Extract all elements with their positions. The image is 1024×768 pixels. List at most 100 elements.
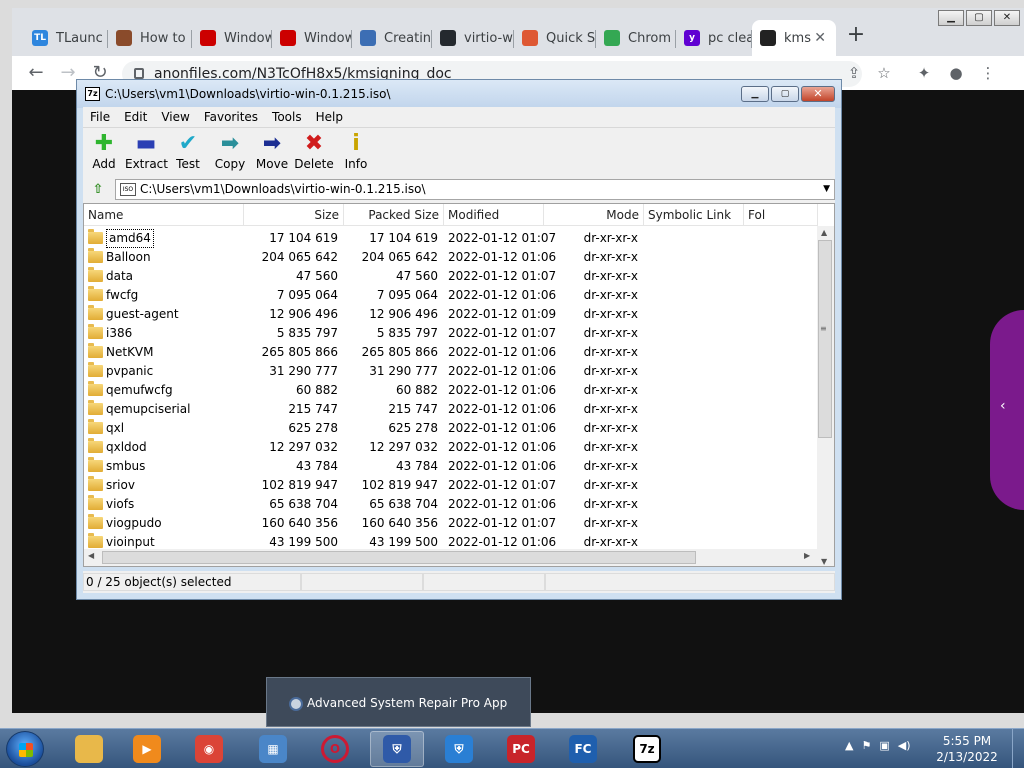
menu-item-tools[interactable]: Tools (265, 107, 309, 127)
taskbar-security-app[interactable]: ⛨ (370, 731, 424, 767)
vertical-scrollbar[interactable]: ▲ ≡ ▼ (817, 226, 834, 566)
scroll-down-icon[interactable]: ▼ (821, 557, 827, 566)
file-size: 102 819 947 (261, 478, 338, 492)
table-row[interactable]: guest-agent 12 906 496 12 906 496 2022-01-1… (84, 305, 818, 324)
share-icon[interactable]: ⇪ (842, 61, 866, 85)
browser-tab[interactable]: Chrom (596, 20, 676, 56)
menu-item-file[interactable]: File (83, 107, 117, 127)
test-button[interactable]: ✔ Test (167, 131, 209, 171)
file-name: qxl (106, 421, 125, 435)
file-mode: dr-xr-xr-x (583, 269, 638, 283)
table-row[interactable]: pvpanic 31 290 777 31 290 777 2022-01-12 01… (84, 362, 818, 381)
browser-tab[interactable]: kms ✕ (752, 20, 836, 56)
new-tab-button[interactable]: + (842, 22, 870, 50)
table-row[interactable]: Balloon 204 065 642 204 065 642 2022-01-12 … (84, 248, 818, 267)
table-row[interactable]: qxldod 12 297 032 12 297 032 2022-01-12 01:… (84, 438, 818, 457)
tray-expand-icon[interactable]: ▲ (845, 739, 853, 752)
network-icon[interactable]: ▣ (879, 739, 889, 752)
menu-item-view[interactable]: View (154, 107, 196, 127)
chevron-down-icon[interactable]: ▼ (823, 180, 830, 199)
move-button[interactable]: ➡ Move (251, 131, 293, 171)
browser-tab[interactable]: Creatin (352, 20, 432, 56)
show-desktop-button[interactable] (1012, 729, 1024, 768)
scroll-up-icon[interactable]: ▲ (821, 228, 827, 237)
bookmark-star-icon[interactable]: ☆ (872, 61, 896, 85)
delete-button[interactable]: ✖ Delete (293, 131, 335, 171)
taskbar-pc-cleaner[interactable]: PC (494, 731, 548, 767)
table-row[interactable]: viogpudo 160 640 356 160 640 356 2022-01-12… (84, 514, 818, 533)
column-header-packed-size[interactable]: Packed Size (344, 204, 444, 226)
minimize-button[interactable]: ▁ (938, 10, 964, 26)
horizontal-scrollbar[interactable]: ◀ ▶ (84, 549, 818, 566)
start-button[interactable] (6, 731, 44, 767)
taskbar: ▶ ◉ ▦ O ⛨ ⛨ PC FC 7z ▲ ⚑ ▣ ◀) 5:55 PM 2/13/2022 (0, 728, 1024, 768)
file-name: pvpanic (106, 364, 154, 378)
menu-item-help[interactable]: Help (309, 107, 350, 127)
copy-button[interactable]: ➡ Copy (209, 131, 251, 171)
taskbar-7zip[interactable]: 7z (620, 731, 674, 767)
table-row[interactable]: qemupciserial 215 747 215 747 2022-01-12 01… (84, 400, 818, 419)
file-packed-size: 47 560 (396, 269, 438, 283)
maximize-button[interactable]: ▢ (771, 86, 799, 102)
browser-tab[interactable]: virtio-w (432, 20, 514, 56)
volume-icon[interactable]: ◀) (898, 739, 911, 752)
taskbar-preview-popup[interactable]: Advanced System Repair Pro App (266, 677, 531, 727)
browser-tab[interactable]: Window (192, 20, 272, 56)
chrome-menu-icon[interactable]: ⋮ (976, 61, 1000, 85)
maximize-button[interactable]: ▢ (966, 10, 992, 26)
column-header-size[interactable]: Size (244, 204, 344, 226)
profile-icon[interactable]: ● (944, 61, 968, 85)
taskbar-chrome[interactable]: ◉ (182, 731, 236, 767)
table-row[interactable]: viofs 65 638 704 65 638 704 2022-01-12 01:0… (84, 495, 818, 514)
minimize-button[interactable]: ▁ (741, 86, 769, 102)
info-button[interactable]: i Info (335, 131, 377, 171)
tab-close-icon[interactable]: ✕ (814, 30, 826, 46)
table-row[interactable]: NetKVM 265 805 866 265 805 866 2022-01-12 0… (84, 343, 818, 362)
extract-button[interactable]: ▬ Extract (125, 131, 168, 171)
taskbar-defender[interactable]: ⛨ (432, 731, 486, 767)
sevenzip-title-bar[interactable]: 7z C:\Users\vm1\Downloads\virtio-win-0.1… (77, 80, 841, 108)
taskbar-opera[interactable]: O (308, 731, 362, 767)
taskbar-control-panel[interactable]: ▦ (246, 731, 300, 767)
close-button[interactable]: ✕ (994, 10, 1020, 26)
menu-item-favorites[interactable]: Favorites (197, 107, 265, 127)
taskbar-explorer[interactable] (62, 731, 116, 767)
menu-item-edit[interactable]: Edit (117, 107, 154, 127)
table-row[interactable]: fwcfg 7 095 064 7 095 064 2022-01-12 01:06 d… (84, 286, 818, 305)
browser-tab[interactable]: Quick S (514, 20, 596, 56)
table-row[interactable]: qxl 625 278 625 278 2022-01-12 01:06 dr-xr-x… (84, 419, 818, 438)
browser-tab[interactable]: TL TLaunc (24, 20, 108, 56)
browser-tab[interactable]: y pc clea (676, 20, 752, 56)
side-panel-tab[interactable]: ‹ (990, 310, 1024, 510)
taskbar-media-player[interactable]: ▶ (120, 731, 174, 767)
extensions-icon[interactable]: ✦ (912, 61, 936, 85)
column-header-symbolic-link[interactable]: Symbolic Link (644, 204, 744, 226)
path-combo[interactable]: ISO C:\Users\vm1\Downloads\virtio-win-0.… (115, 179, 835, 200)
add-button[interactable]: ✚ Add (83, 131, 125, 171)
table-row[interactable]: amd64 17 104 619 17 104 619 2022-01-12 01:0… (84, 229, 818, 248)
chrome-icon: ◉ (195, 735, 223, 763)
scroll-left-icon[interactable]: ◀ (88, 551, 94, 560)
scroll-right-icon[interactable]: ▶ (804, 551, 810, 560)
column-header-modified[interactable]: Modified (444, 204, 544, 226)
scrollbar-thumb[interactable] (818, 240, 832, 438)
scrollbar-thumb[interactable] (102, 551, 696, 564)
column-header-fol[interactable]: Fol (744, 204, 818, 226)
file-packed-size: 17 104 619 (369, 231, 438, 245)
browser-tab[interactable]: How to (108, 20, 192, 56)
up-folder-icon[interactable]: ⇧ (89, 181, 107, 199)
table-row[interactable]: sriov 102 819 947 102 819 947 2022-01-12 01… (84, 476, 818, 495)
browser-tab[interactable]: Window (272, 20, 352, 56)
table-row[interactable]: data 47 560 47 560 2022-01-12 01:07 dr-xr-xr… (84, 267, 818, 286)
table-row[interactable]: i386 5 835 797 5 835 797 2022-01-12 01:07 dr… (84, 324, 818, 343)
file-packed-size: 215 747 (388, 402, 438, 416)
close-button[interactable]: ✕ (801, 86, 835, 102)
clock[interactable]: 5:55 PM 2/13/2022 (930, 733, 1004, 765)
action-center-icon[interactable]: ⚑ (861, 739, 871, 752)
column-header-name[interactable]: Name (84, 204, 244, 226)
table-row[interactable]: smbus 43 784 43 784 2022-01-12 01:06 dr-xr-x… (84, 457, 818, 476)
column-header-mode[interactable]: Mode (544, 204, 644, 226)
back-button[interactable]: ← (24, 61, 48, 85)
table-row[interactable]: qemufwcfg 60 882 60 882 2022-01-12 01:06 dr-… (84, 381, 818, 400)
taskbar-filecleaner[interactable]: FC (556, 731, 610, 767)
